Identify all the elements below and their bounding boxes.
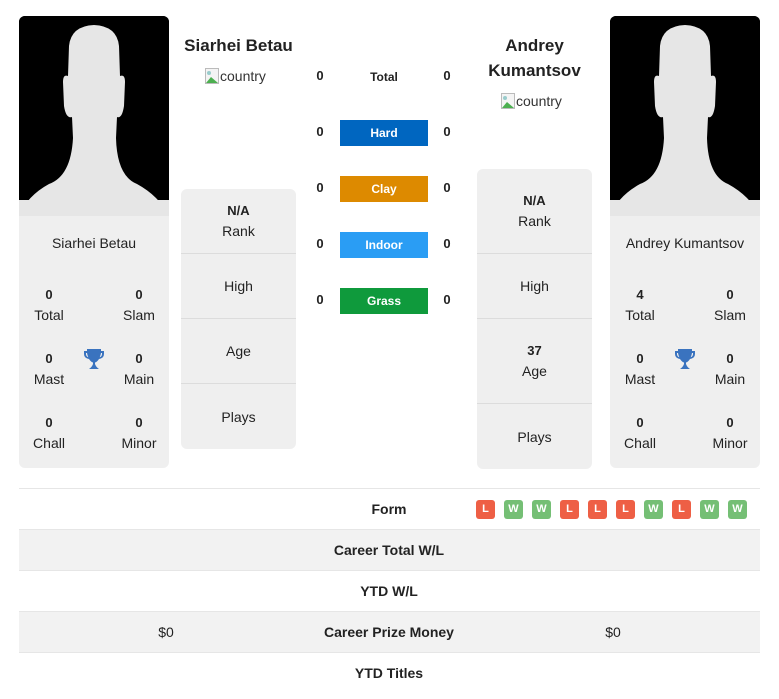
silhouette-icon <box>19 16 169 216</box>
form-badge-loss[interactable]: L <box>588 500 607 519</box>
player-name: Andrey Kumantsov <box>625 235 745 251</box>
titles-main: 0 Main <box>714 351 746 387</box>
form-label: Form <box>371 501 407 517</box>
form-badge-loss[interactable]: L <box>560 500 579 519</box>
titles-slam: 0 Slam <box>714 287 746 323</box>
player-title-left[interactable]: Siarhei Betau <box>175 33 302 58</box>
form-badge-win[interactable]: W <box>644 500 663 519</box>
form-row: Form LWWLLLWLWW <box>19 489 760 530</box>
titles-main: 0 Main <box>123 351 155 387</box>
info-age: 37 Age <box>477 319 592 404</box>
surface-total-label: Total <box>370 70 398 84</box>
trophy-icon <box>82 347 106 371</box>
titles-grid: 4 Total 0 Slam 0 Mast 0 Main 0 Chall 0 M… <box>610 279 760 468</box>
trophy-icon <box>673 347 697 371</box>
country-flag-left: country <box>205 68 266 84</box>
player-info-right: N/A Rank High 37 Age Plays <box>477 169 592 469</box>
table-row: YTD W/L <box>19 571 760 612</box>
titles-slam: 0 Slam <box>123 287 155 323</box>
form-badge-win[interactable]: W <box>700 500 719 519</box>
titles-total: 4 Total <box>625 287 655 323</box>
titles-chall: 0 Chall <box>624 415 656 451</box>
titles-total: 0 Total <box>34 287 64 323</box>
country-flag-right: country <box>501 93 562 109</box>
info-plays: Plays <box>517 428 552 445</box>
surface-clay-button[interactable]: Clay <box>340 176 428 202</box>
player-photo <box>610 16 760 216</box>
player-card-right: Andrey Kumantsov 4 Total 0 Slam 0 Mast 0… <box>610 16 760 468</box>
player-name: Siarhei Betau <box>51 235 137 251</box>
surface-grass-button[interactable]: Grass <box>340 288 428 314</box>
info-age: Age <box>181 319 296 384</box>
h2h-grass: 0 Grass 0 <box>310 288 460 316</box>
stats-table: Form LWWLLLWLWW Career Total W/L YTD W/L… <box>19 488 760 694</box>
broken-image-icon <box>501 93 515 109</box>
h2h-indoor: 0 Indoor 0 <box>310 232 460 260</box>
form-badge-loss[interactable]: L <box>476 500 495 519</box>
player-photo <box>19 16 169 216</box>
table-row: $0 Career Prize Money $0 <box>19 612 760 653</box>
info-high: High <box>181 254 296 319</box>
form-badge-loss[interactable]: L <box>616 500 635 519</box>
player-title-right[interactable]: Andrey Kumantsov <box>472 33 597 83</box>
player-info-left: N/A Rank High Age Plays <box>181 189 296 449</box>
info-rank: N/A Rank <box>477 169 592 254</box>
info-high: High <box>477 254 592 319</box>
player-card-left: Siarhei Betau 0 Total 0 Slam 0 Mast 0 Ma… <box>19 16 169 468</box>
titles-mast: 0 Mast <box>624 351 656 387</box>
table-row: YTD Titles <box>354 665 424 681</box>
silhouette-icon <box>610 16 760 216</box>
form-badges: LWWLLLWLWW <box>476 500 747 519</box>
h2h-clay: 0 Clay 0 <box>310 176 460 204</box>
h2h-hard: 0 Hard 0 <box>310 120 460 148</box>
surface-hard-button[interactable]: Hard <box>340 120 428 146</box>
table-row: Career Total W/L <box>19 530 760 571</box>
info-rank: N/A Rank <box>181 189 296 254</box>
broken-image-icon <box>205 68 219 84</box>
info-plays: Plays <box>221 408 256 425</box>
titles-grid: 0 Total 0 Slam 0 Mast 0 Main 0 Chall 0 M… <box>19 279 169 468</box>
h2h-total: 0 Total 0 <box>310 64 460 92</box>
titles-minor: 0 Minor <box>121 415 157 451</box>
titles-mast: 0 Mast <box>33 351 65 387</box>
form-badge-win[interactable]: W <box>532 500 551 519</box>
form-badge-loss[interactable]: L <box>672 500 691 519</box>
surface-indoor-button[interactable]: Indoor <box>340 232 428 258</box>
titles-minor: 0 Minor <box>712 415 748 451</box>
titles-chall: 0 Chall <box>33 415 65 451</box>
form-badge-win[interactable]: W <box>504 500 523 519</box>
form-badge-win[interactable]: W <box>728 500 747 519</box>
